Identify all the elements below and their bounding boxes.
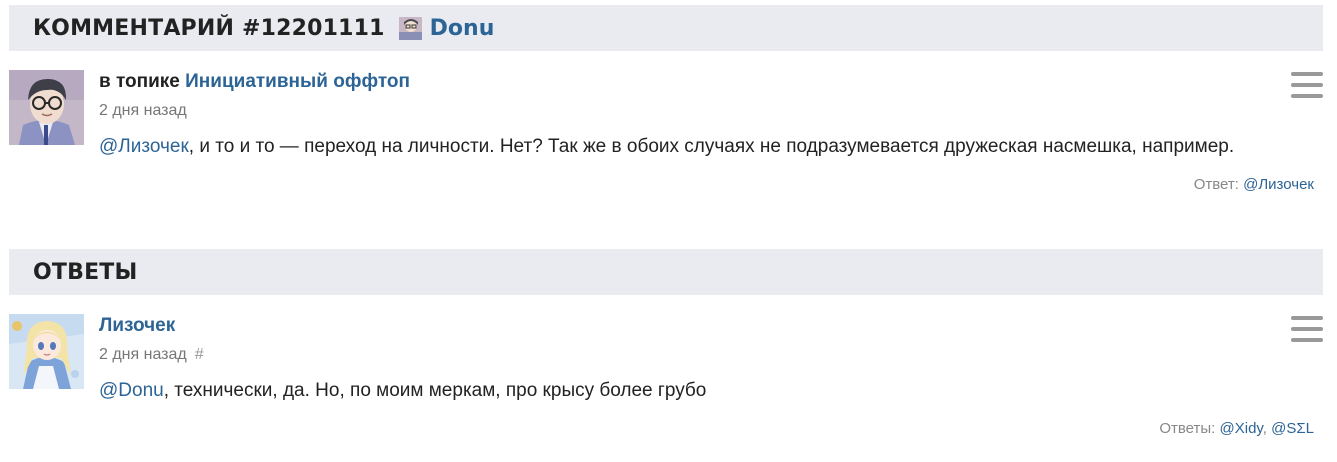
comment-text: @Лизочек, и то и то — переход на личност… (99, 135, 1323, 159)
comment-replies: Ответ: @Лизочек (1194, 176, 1314, 193)
user-avatar-icon[interactable] (9, 70, 84, 145)
user-avatar-icon[interactable] (9, 314, 84, 389)
comment-topic-line: в топике Инициативный оффтоп (99, 70, 1323, 94)
reply-link[interactable]: @SΣL (1271, 420, 1314, 437)
comment-author-link[interactable]: Donu (430, 16, 495, 41)
comment-header: КОММЕНТАРИЙ #12201111 Donu (9, 5, 1323, 51)
answer-date: 2 дня назад (99, 346, 187, 363)
topic-link[interactable]: Инициативный оффтоп (185, 71, 410, 92)
comment-text-content: , и то и то — переход на личности. Нет? … (188, 136, 1235, 157)
answer-item: Лизочек 2 дня назад # @Donu, технически, … (9, 314, 1323, 444)
answer-text: @Donu, технически, да. Но, по моим мерка… (99, 379, 1323, 403)
comment-author[interactable]: Donu (398, 16, 495, 41)
reply-link[interactable]: @Xidy (1220, 420, 1263, 437)
comment-body: в топике Инициативный оффтоп 2 дня назад… (99, 70, 1323, 159)
hamburger-menu-icon[interactable] (1291, 316, 1323, 342)
replies-label: Ответы: (1159, 420, 1216, 437)
comment-date: 2 дня назад (99, 102, 187, 119)
permalink-link[interactable]: # (195, 346, 204, 363)
hamburger-menu-icon[interactable] (1291, 72, 1323, 98)
in-topic-prefix: в топике (99, 71, 180, 92)
answer-text-content: , технически, да. Но, по моим меркам, пр… (163, 380, 707, 401)
mention-link[interactable]: @Donu (99, 380, 164, 401)
comment: в топике Инициативный оффтоп 2 дня назад… (9, 70, 1323, 200)
answer-replies: Ответы: @Xidy, @SΣL (1159, 420, 1314, 437)
answer-author-link[interactable]: Лизочек (99, 315, 175, 336)
answer-date-line: 2 дня назад # (99, 345, 1323, 365)
author-mini-avatar[interactable] (398, 16, 422, 40)
mention-link[interactable]: @Лизочек (99, 136, 189, 157)
answers-header: ОТВЕТЫ (9, 249, 1323, 295)
answers-header-title: ОТВЕТЫ (33, 259, 138, 285)
answer-body: Лизочек 2 дня назад # @Donu, технически, … (99, 314, 1323, 403)
comment-header-title: КОММЕНТАРИЙ #12201111 (33, 15, 385, 41)
reply-link[interactable]: @Лизочек (1243, 176, 1314, 193)
replies-label: Ответ: (1193, 176, 1239, 193)
answer-author-line: Лизочек (99, 314, 1323, 338)
